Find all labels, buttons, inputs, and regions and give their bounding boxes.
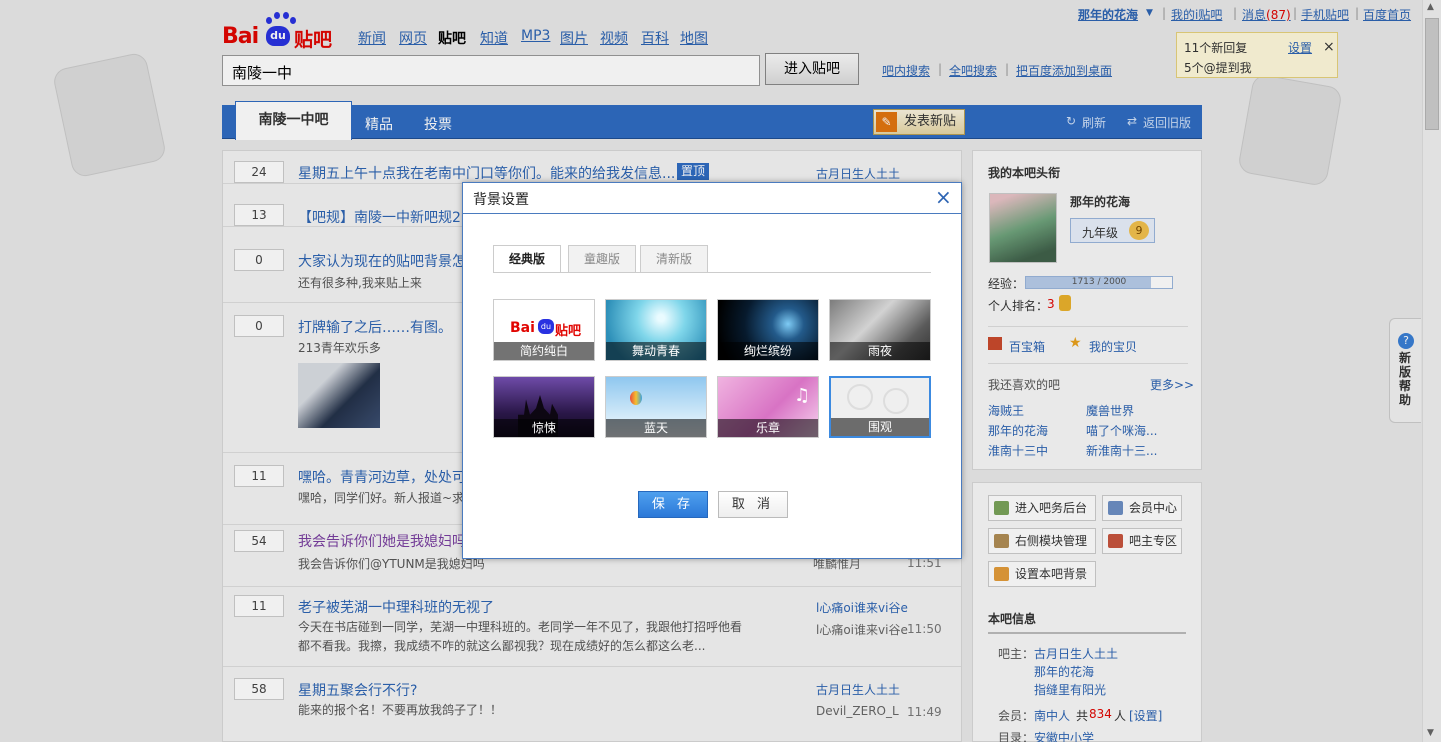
smiley-decoration bbox=[847, 384, 873, 410]
tab-fresh[interactable]: 清新版 bbox=[640, 245, 708, 273]
theme-simple-white[interactable]: Bai du 贴吧 简约纯白 bbox=[493, 299, 595, 361]
theme-music[interactable]: ♫ 乐章 bbox=[717, 376, 819, 438]
theme-label: 舞动青春 bbox=[606, 342, 706, 360]
theme-label: 围观 bbox=[831, 418, 929, 436]
tab-fun[interactable]: 童趣版 bbox=[568, 245, 636, 273]
tab-divider bbox=[493, 272, 931, 273]
balloon-icon bbox=[630, 391, 642, 405]
theme-horror[interactable]: 惊悚 bbox=[493, 376, 595, 438]
music-note-icon: ♫ bbox=[794, 385, 811, 406]
theme-label: 简约纯白 bbox=[494, 342, 594, 360]
theme-label: 雨夜 bbox=[830, 342, 930, 360]
theme-label: 蓝天 bbox=[606, 419, 706, 437]
smiley-decoration bbox=[883, 388, 909, 414]
thumb-logo-tieba: 贴吧 bbox=[555, 324, 582, 339]
theme-colorful[interactable]: 绚烂缤纷 bbox=[717, 299, 819, 361]
dialog-title: 背景设置 bbox=[473, 192, 529, 208]
thumb-logo-du: du bbox=[538, 319, 554, 334]
theme-label: 乐章 bbox=[718, 419, 818, 437]
dialog-header: 背景设置 × bbox=[463, 183, 961, 214]
theme-dancing-youth[interactable]: 舞动青春 bbox=[605, 299, 707, 361]
theme-label: 惊悚 bbox=[494, 419, 594, 437]
theme-blue-sky[interactable]: 蓝天 bbox=[605, 376, 707, 438]
background-settings-dialog: 背景设置 × 经典版 童趣版 清新版 Bai du 贴吧 简约纯白 舞动青春 绚… bbox=[462, 182, 962, 559]
close-icon[interactable]: × bbox=[935, 185, 952, 209]
thumb-logo-bai: Bai bbox=[510, 320, 535, 336]
theme-crowd[interactable]: 围观 bbox=[829, 376, 931, 438]
save-button[interactable]: 保 存 bbox=[638, 491, 708, 518]
theme-rainy-night[interactable]: 雨夜 bbox=[829, 299, 931, 361]
theme-label: 绚烂缤纷 bbox=[718, 342, 818, 360]
cancel-button[interactable]: 取 消 bbox=[718, 491, 788, 518]
tab-classic[interactable]: 经典版 bbox=[493, 245, 561, 273]
